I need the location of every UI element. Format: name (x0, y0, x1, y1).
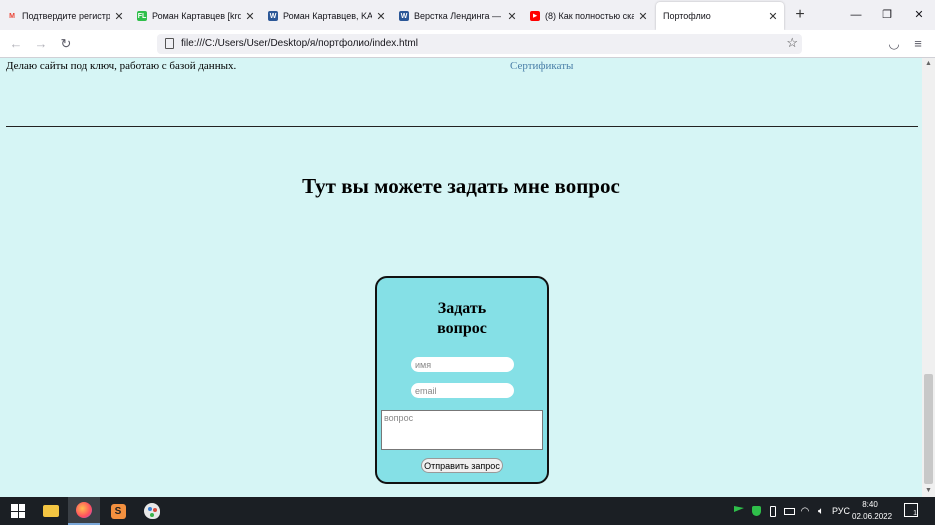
tab-title: Роман Картавцев, KARTA (283, 11, 372, 21)
tab-bar: M Подтвердите регистрацию ✕ FL Роман Кар… (0, 0, 935, 30)
tab-gmail[interactable]: M Подтвердите регистрацию ✕ (0, 2, 130, 30)
form-title-line2: вопрос (437, 320, 487, 337)
tray-security[interactable] (749, 497, 763, 525)
paint-icon (144, 503, 160, 519)
tab-fl[interactable]: FL Роман Картавцев [krd56] ✕ (130, 2, 261, 30)
menu-icon[interactable]: ≡ (909, 35, 927, 53)
sublime-icon: S (110, 503, 126, 519)
word-icon: W (399, 11, 409, 21)
close-tab-icon[interactable]: ✕ (638, 10, 648, 23)
scroll-up-icon[interactable]: ▲ (922, 58, 935, 70)
firefox-button[interactable] (68, 497, 100, 525)
address-bar[interactable]: file:///C:/Users/User/Desktop/я/портфоли… (157, 34, 802, 54)
name-input[interactable] (411, 357, 514, 372)
page-content: Делаю сайты под ключ, работаю с базой да… (0, 58, 922, 497)
email-input[interactable] (411, 383, 514, 398)
forward-button[interactable]: → (32, 35, 50, 53)
form-title: Задать вопрос (377, 299, 547, 339)
windows-icon (11, 504, 25, 518)
question-heading: Тут вы можете задать мне вопрос (302, 174, 620, 198)
about-text: Делаю сайты под ключ, работаю с базой да… (6, 60, 237, 72)
flag-icon (734, 506, 744, 512)
notifications-icon[interactable]: 1 (904, 503, 918, 517)
minimize-button[interactable]: — (840, 0, 872, 30)
wifi-icon[interactable]: ◠ (798, 497, 812, 525)
language-indicator[interactable]: РУС (830, 497, 852, 525)
clock[interactable]: 8:40 02.06.2022 (852, 499, 893, 523)
close-tab-icon[interactable]: ✕ (507, 10, 517, 23)
clock-time: 8:40 (862, 500, 878, 509)
gmail-icon: M (9, 12, 15, 20)
sublime-button[interactable]: S (102, 497, 134, 525)
battery-icon (783, 507, 795, 515)
tray-battery[interactable] (782, 497, 796, 525)
question-form: Задать вопрос Отправить запрос (375, 276, 549, 484)
close-window-button[interactable]: ✕ (903, 0, 935, 30)
clock-date: 02.06.2022 (852, 512, 893, 521)
shield-icon (751, 506, 761, 516)
navigation-bar: ← → ↻ file:///C:/Users/User/Desktop/я/по… (0, 30, 935, 58)
tray-usb[interactable] (766, 497, 780, 525)
fl-icon: FL (137, 11, 147, 21)
tab-word-1[interactable]: W Роман Картавцев, KARTA ✕ (261, 2, 392, 30)
divider (6, 126, 918, 127)
paint-button[interactable] (136, 497, 168, 525)
tab-title: Подтвердите регистрацию (22, 11, 110, 21)
tab-title: Портофлио (663, 11, 711, 21)
close-tab-icon[interactable]: ✕ (768, 10, 778, 23)
certificates-link[interactable]: Сертификаты (510, 60, 573, 72)
tab-youtube[interactable]: ▶ (8) Как полностью скача ✕ (523, 2, 654, 30)
close-tab-icon[interactable]: ✕ (114, 10, 124, 23)
scroll-down-icon[interactable]: ▼ (922, 485, 935, 497)
close-tab-icon[interactable]: ✕ (376, 10, 386, 23)
firefox-icon (76, 502, 92, 518)
back-button[interactable]: ← (7, 35, 25, 53)
tab-title: (8) Как полностью скача (545, 11, 634, 21)
reload-button[interactable]: ↻ (57, 35, 75, 53)
form-title-line1: Задать (437, 300, 487, 317)
explorer-button[interactable] (35, 497, 67, 525)
youtube-icon: ▶ (530, 11, 540, 21)
tray-flag[interactable] (732, 497, 746, 525)
pocket-icon[interactable]: ◡ (885, 35, 903, 53)
volume-icon[interactable]: 🔈︎ (814, 497, 828, 525)
tab-word-2[interactable]: W Верстка Лендинга — Фр ✕ (392, 2, 523, 30)
scrollbar[interactable]: ▲ ▼ (922, 58, 935, 497)
tab-title: Верстка Лендинга — Фр (414, 11, 503, 21)
page-icon (165, 38, 174, 49)
question-textarea[interactable] (381, 410, 543, 450)
folder-icon (43, 505, 59, 517)
url-text[interactable]: file:///C:/Users/User/Desktop/я/портфоли… (181, 38, 418, 49)
usb-icon (770, 505, 776, 517)
word-icon: W (268, 11, 278, 21)
scroll-thumb[interactable] (924, 374, 933, 484)
start-button[interactable] (2, 497, 34, 525)
tab-portfolio[interactable]: Портофлио ✕ (656, 2, 784, 30)
submit-button[interactable]: Отправить запрос (421, 458, 503, 473)
tab-title: Роман Картавцев [krd56] (152, 11, 241, 21)
bookmark-star-icon[interactable]: ☆ (786, 35, 798, 51)
new-tab-button[interactable]: + (791, 6, 809, 24)
taskbar: S ◠ 🔈︎ РУС 8:40 02.06.2022 1 (0, 497, 935, 525)
restore-button[interactable]: ❐ (871, 0, 903, 30)
close-tab-icon[interactable]: ✕ (245, 10, 255, 23)
